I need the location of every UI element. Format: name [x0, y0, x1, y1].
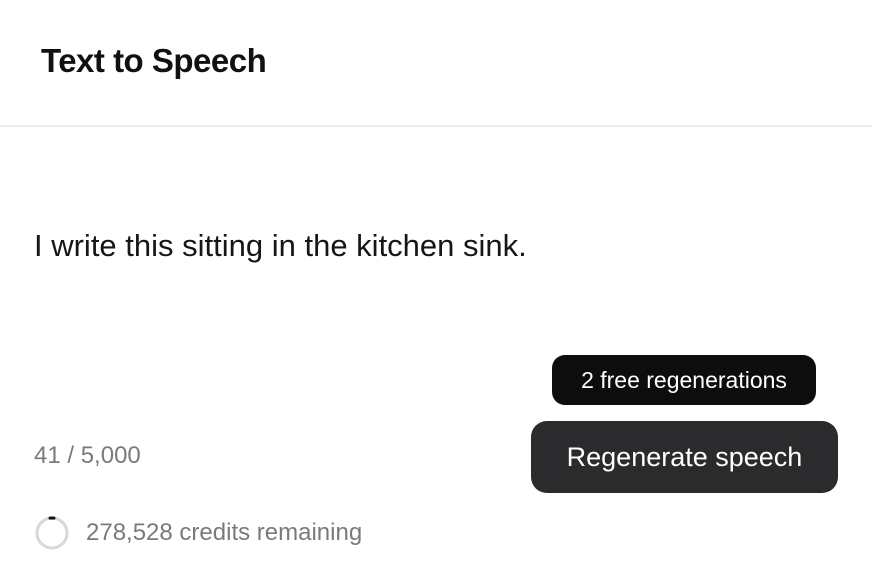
credits-remaining: 278,528 credits remaining [86, 519, 363, 546]
credits-indicator: 278,528 credits remaining [34, 515, 362, 551]
text-input[interactable]: I write this sitting in the kitchen sink… [34, 228, 527, 264]
header: Text to Speech [0, 0, 872, 127]
regenerate-speech-button[interactable]: Regenerate speech [531, 421, 838, 493]
character-count: 41 / 5,000 [34, 442, 141, 469]
progress-ring-icon [34, 515, 70, 551]
page-title: Text to Speech [41, 42, 267, 79]
regenerate-speech-label: Regenerate speech [566, 441, 803, 472]
free-regenerations-tooltip: 2 free regenerations [552, 355, 816, 405]
text-to-speech-app: Text to Speech I write this sitting in t… [0, 0, 872, 584]
